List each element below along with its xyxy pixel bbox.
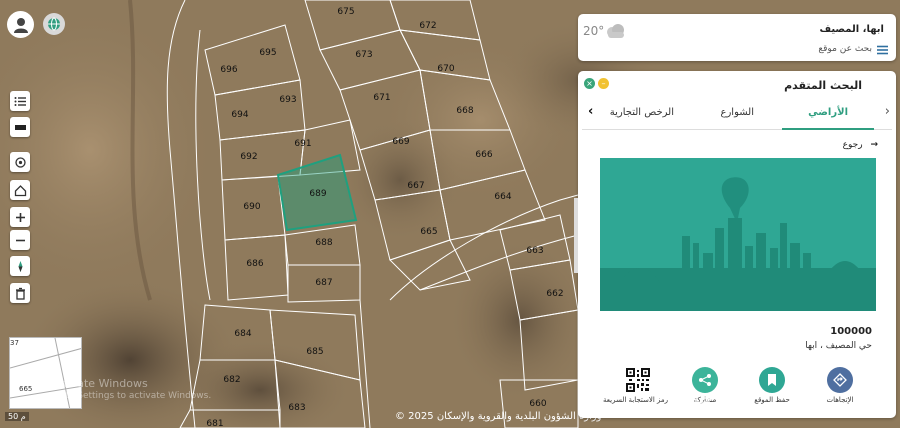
parcel-label: 664: [494, 192, 511, 202]
zoom-out-button[interactable]: [10, 230, 30, 250]
weather-temperature: 20°: [583, 24, 605, 38]
parcel-label: 667: [407, 181, 424, 191]
map-copyright: © 2025 وزارة الشؤون البلدية والقروية وال…: [395, 411, 602, 422]
clear-button[interactable]: [10, 283, 30, 303]
parcel-label: 685: [306, 347, 323, 357]
arrow-right-icon: →: [870, 140, 878, 150]
skyline-illustration: [600, 177, 876, 311]
locate-me-button[interactable]: [10, 152, 30, 172]
tab-commercial-licenses[interactable]: الرخص التجارية: [610, 107, 674, 118]
user-avatar-button[interactable]: [7, 11, 34, 38]
minus-icon: [15, 239, 25, 241]
land-placeholder-image: [600, 158, 876, 311]
parcel-label: 688: [315, 238, 332, 248]
parcel-label: 691: [294, 139, 311, 149]
language-button[interactable]: [43, 13, 65, 35]
action-label: الإتجاهات: [826, 396, 854, 404]
directions-button[interactable]: الإتجاهات: [810, 367, 870, 404]
result-card[interactable]: 100000 حي المصيف ، ابها: [588, 152, 886, 357]
land-price: 100000: [830, 326, 872, 337]
weather-card: 20° ابها، المصيف بحث عن موقع: [578, 14, 896, 61]
tab-lands[interactable]: الأراضي: [808, 107, 848, 118]
compass-button[interactable]: [10, 256, 30, 276]
rectangle-icon: [14, 124, 26, 130]
basemap-toggle-button[interactable]: [10, 117, 30, 137]
parcel-label: 693: [279, 95, 296, 105]
minimize-icon[interactable]: –: [598, 78, 609, 89]
trash-icon: [15, 287, 25, 300]
parcel-label: 682: [223, 375, 240, 385]
directions-icon: [827, 367, 853, 393]
parcel-label: 668: [456, 106, 473, 116]
close-icon[interactable]: ×: [584, 78, 595, 89]
parcel-label: 695: [259, 48, 276, 58]
layers-list-button[interactable]: [10, 91, 30, 111]
user-icon: [13, 17, 28, 33]
parcel-label: 673: [355, 50, 372, 60]
land-location: حي المصيف ، ابها: [805, 341, 872, 351]
compass-icon: [18, 260, 22, 272]
action-label: رمز الاستجابة السريعة: [603, 396, 668, 404]
parcel-label: 684: [234, 329, 251, 339]
minimap-label: 665: [19, 385, 33, 393]
haraj-watermark: حراج: [670, 388, 714, 409]
parcel-label: 670: [437, 64, 454, 74]
zoom-in-button[interactable]: [10, 207, 30, 227]
search-tabs: › الأراضي الشوارع الرخص التجارية ‹: [582, 97, 892, 130]
qr-code-button[interactable]: رمز الاستجابة السريعة: [603, 367, 668, 404]
panel-title: البحث المتقدم: [784, 79, 862, 92]
home-icon: [14, 184, 26, 196]
menu-icon[interactable]: [877, 45, 888, 55]
qr-code-icon: [625, 367, 651, 393]
home-button[interactable]: [10, 180, 30, 200]
parcel-label: 665: [420, 227, 437, 237]
map-scale: 50 م: [5, 412, 29, 421]
chevron-right-icon[interactable]: ›: [885, 104, 890, 119]
minimap-label: 37: [10, 339, 19, 347]
parcel-label: 689: [309, 189, 326, 199]
back-button[interactable]: → رجوع: [843, 140, 878, 150]
active-tab-indicator: [782, 128, 874, 130]
parcel-label: 660: [529, 399, 546, 409]
parcel-label: 683: [288, 403, 305, 413]
parcel-label: 671: [373, 93, 390, 103]
action-label: حفظ الموقع: [754, 396, 790, 404]
cloud-icon: [607, 24, 624, 38]
parcel-label: 696: [220, 65, 237, 75]
crosshair-icon: [14, 156, 26, 168]
parcel-label: 692: [240, 152, 257, 162]
weather-city: ابها، المصيف: [819, 24, 884, 35]
parcel-label: 675: [337, 7, 354, 17]
plus-icon: [15, 212, 25, 222]
parcel-label: 690: [243, 202, 260, 212]
watermark-line: Activate Windows: [50, 377, 148, 390]
parcel-label: 672: [419, 21, 436, 31]
parcel-label: 662: [546, 289, 563, 299]
panel-scrollbar[interactable]: [574, 198, 578, 273]
parcel-label: 669: [392, 137, 409, 147]
chevron-left-icon[interactable]: ‹: [588, 104, 593, 119]
parcel-label: 663: [526, 246, 543, 256]
parcel-label: 686: [246, 259, 263, 269]
parcel-label: 666: [475, 150, 492, 160]
tab-streets[interactable]: الشوارع: [721, 107, 755, 118]
save-location-button[interactable]: حفظ الموقع: [742, 367, 802, 404]
parcel-label: 687: [315, 278, 332, 288]
windows-activation-watermark: Activate Windows Go to Settings to activ…: [50, 378, 211, 402]
advanced-search-panel: × – البحث المتقدم › الأراضي الشوارع الرخ…: [578, 71, 896, 418]
location-search-link[interactable]: بحث عن موقع: [818, 44, 872, 54]
list-icon: [14, 96, 26, 106]
globe-icon: [48, 17, 60, 31]
watermark-line: Go to Settings to activate Windows.: [50, 391, 212, 401]
bookmark-icon: [759, 367, 785, 393]
back-label: رجوع: [842, 140, 863, 150]
parcel-label: 694: [231, 110, 248, 120]
